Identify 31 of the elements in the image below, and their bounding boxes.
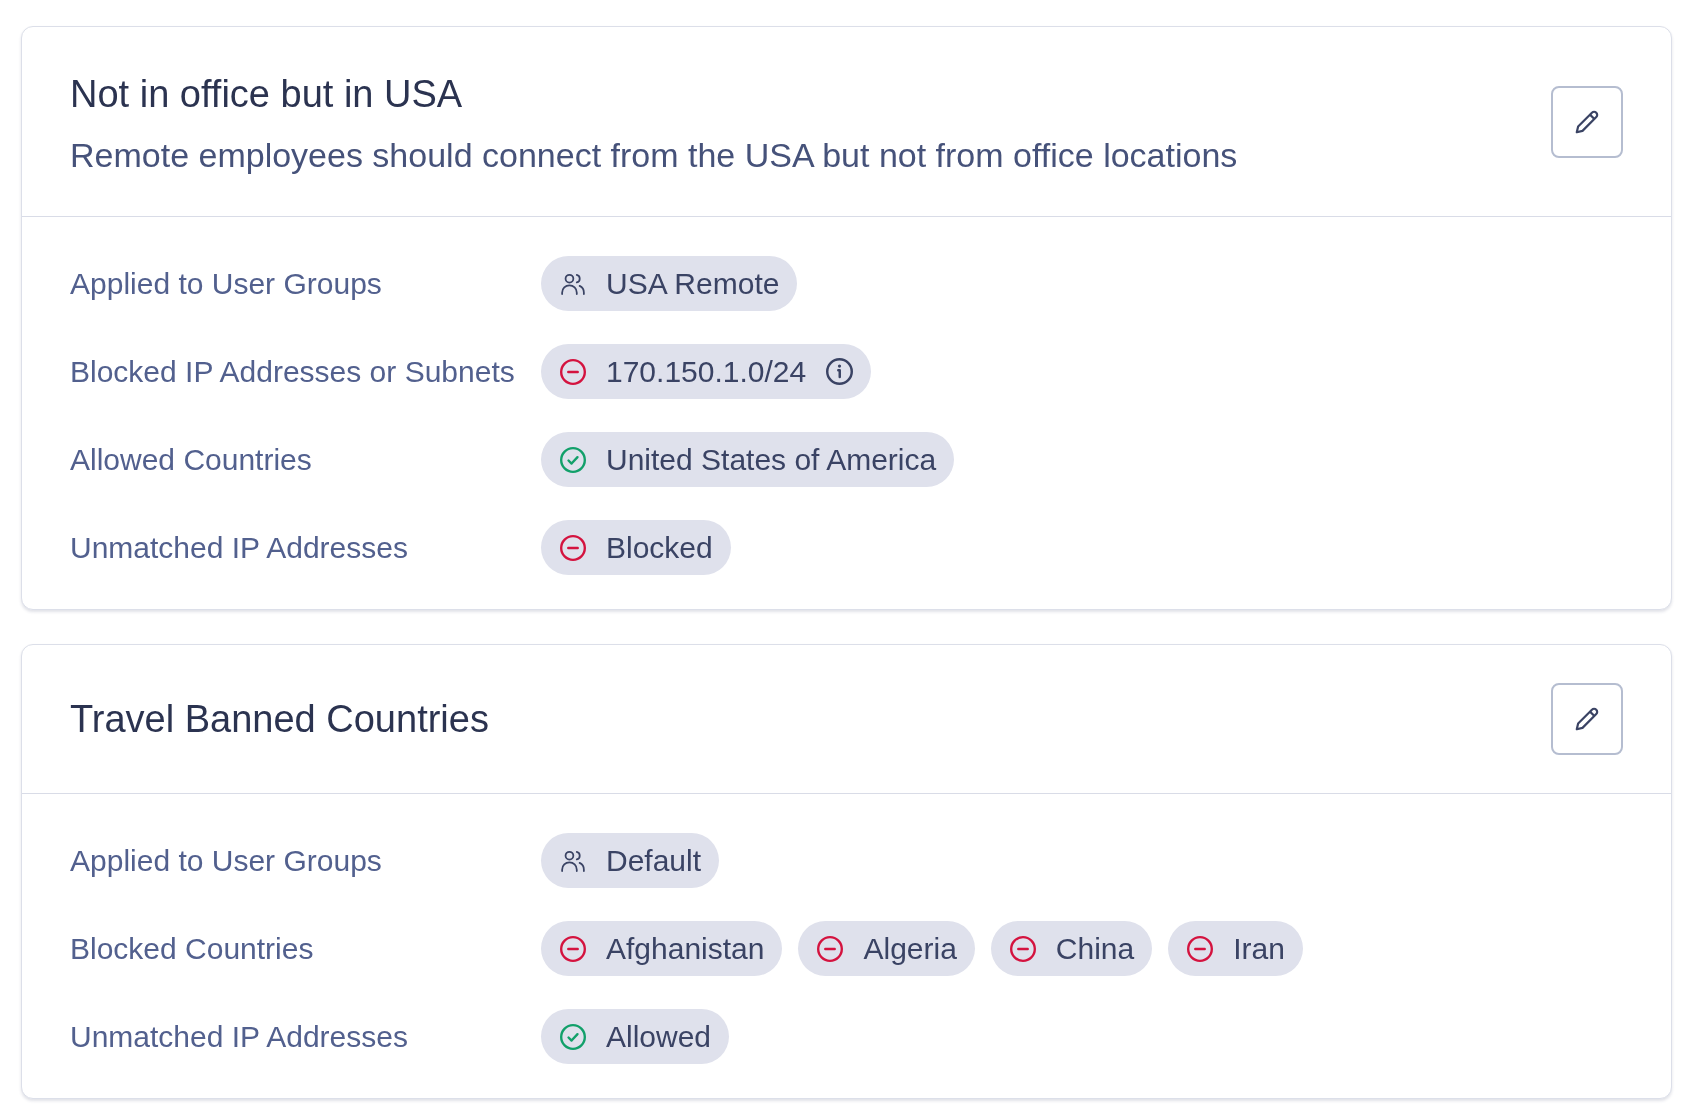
minus-circle-icon — [560, 935, 586, 962]
tag-label: Default — [606, 843, 702, 879]
field-label: Applied to User Groups — [70, 843, 383, 879]
tag-label: Iran — [1233, 931, 1285, 967]
field-label: Blocked IP Addresses or Subnets — [70, 354, 516, 390]
tag-label: Allowed — [606, 1019, 712, 1055]
check-circle-icon — [560, 1023, 586, 1050]
tag-label: United States of America — [606, 442, 937, 478]
minus-circle-icon — [560, 534, 586, 561]
minus-circle-icon — [1187, 935, 1214, 962]
tag-label: Afghanistan — [606, 931, 765, 967]
tag-label: 170.150.1.0/24 — [606, 354, 807, 390]
minus-circle-icon — [817, 935, 844, 962]
edit-button[interactable] — [1551, 683, 1623, 755]
info-icon[interactable] — [826, 358, 854, 385]
tag-label: Blocked — [606, 530, 713, 566]
field-label: Applied to User Groups — [70, 266, 383, 302]
tag-label: USA Remote — [606, 266, 780, 302]
field-label: Unmatched IP Addresses — [70, 1019, 409, 1055]
tag-label: China — [1055, 931, 1135, 967]
edit-button[interactable] — [1551, 85, 1623, 158]
field-label: Blocked Countries — [70, 931, 315, 967]
field-label: Allowed Countries — [70, 442, 313, 478]
tag-label: Algeria — [863, 931, 957, 967]
field-label: Unmatched IP Addresses — [70, 530, 409, 566]
card-description: Remote employees should connect from the USA but not from office locations — [70, 135, 1238, 176]
check-circle-icon — [560, 446, 586, 473]
minus-circle-icon — [560, 358, 586, 385]
card-title: Travel Banned Countries — [70, 697, 489, 742]
minus-circle-icon — [1009, 935, 1036, 962]
card-title: Not in office but in USA — [70, 72, 464, 117]
